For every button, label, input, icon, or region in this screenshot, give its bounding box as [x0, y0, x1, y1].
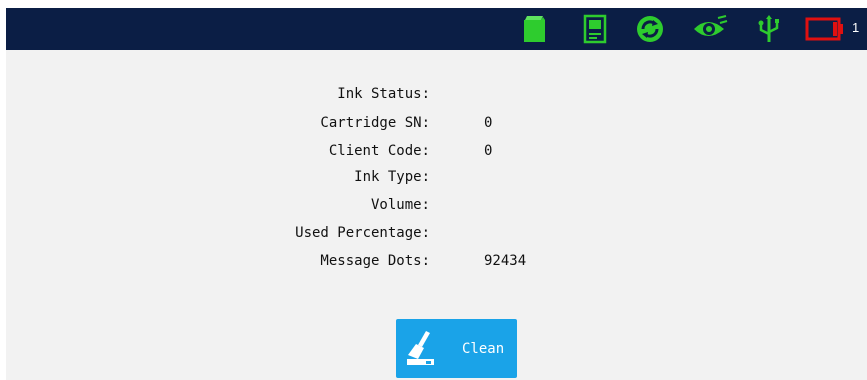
battery-icon	[802, 8, 848, 50]
ink-type-value	[484, 166, 634, 188]
ink-cartridge-icon[interactable]	[516, 8, 550, 50]
clean-button[interactable]: Clean	[396, 319, 517, 378]
ink-status-label: Ink Status:	[337, 86, 430, 102]
used-percentage-label: Used Percentage:	[295, 225, 430, 241]
clean-button-label: Clean	[462, 341, 505, 357]
ink-status-value	[484, 83, 634, 105]
message-dots-value: 92434	[484, 253, 527, 269]
cartridge-sn-value: 0	[484, 115, 493, 131]
refresh-icon[interactable]	[632, 8, 668, 50]
message-dots-label: Message Dots:	[320, 253, 430, 269]
cartridge-sn-label: Cartridge SN:	[320, 115, 430, 131]
ink-type-label: Ink Type:	[354, 169, 430, 185]
client-code-value: 0	[484, 143, 493, 159]
volume-value	[484, 194, 634, 216]
volume-label: Volume:	[370, 197, 430, 213]
printer-display-icon[interactable]	[578, 8, 612, 50]
usb-icon	[754, 8, 784, 50]
client-code-label: Client Code:	[328, 143, 430, 159]
broom-icon	[404, 329, 444, 373]
battery-count: 1	[852, 20, 860, 35]
eye-icon[interactable]	[690, 8, 730, 50]
used-percentage-value	[484, 222, 634, 244]
status-bar: 1	[6, 8, 867, 50]
